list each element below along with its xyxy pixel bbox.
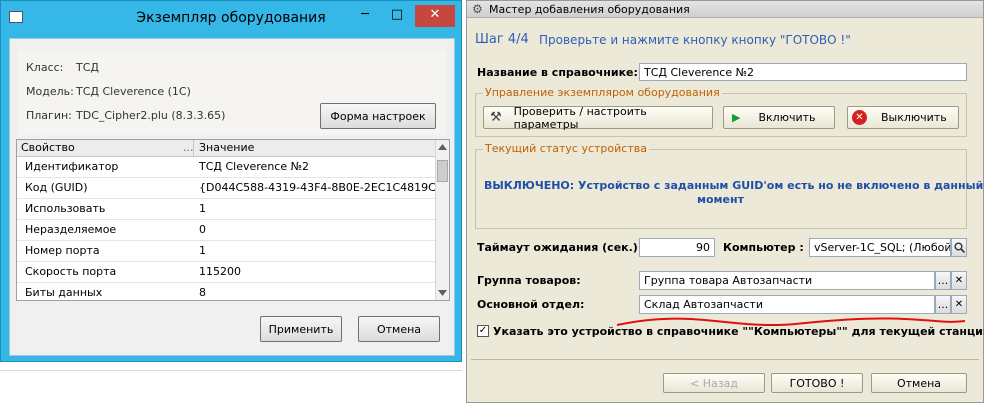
- enable-label: Включить: [758, 111, 816, 124]
- apply-button[interactable]: Применить: [260, 316, 342, 342]
- status-text-line1: ВЫКЛЮЧЕНО: Устройство с заданным GUID'ом…: [484, 179, 984, 192]
- disable-button[interactable]: ✕ Выключить: [847, 106, 959, 129]
- table-row[interactable]: Код (GUID) {D044C588-4319-43F4-8B0E-2EC1…: [17, 178, 449, 199]
- timeout-label: Таймаут ожидания (сек.) :: [477, 241, 647, 254]
- step-instruction: Проверьте и нажмите кнопку кнопку "ГОТОВ…: [539, 33, 851, 47]
- property-value: ТСД Cleverence №2: [199, 160, 310, 173]
- window-title: Мастер добавления оборудования: [489, 3, 690, 16]
- status-text-line2: момент: [697, 193, 744, 206]
- properties-grid[interactable]: Свойство ... Значение Идентификатор ТСД …: [16, 139, 450, 301]
- back-button[interactable]: < Назад: [663, 373, 765, 393]
- info-panel: Класс: ТСД Модель: ТСД Cleverence (1С) П…: [18, 51, 446, 135]
- register-in-computers-checkbox[interactable]: ✓: [477, 325, 489, 337]
- gear-icon: ⚙: [472, 2, 483, 16]
- product-group-label: Группа товаров:: [477, 274, 581, 287]
- property-name: Скорость порта: [25, 265, 117, 278]
- column-header-dots[interactable]: ...: [183, 141, 194, 154]
- scroll-up-icon[interactable]: [438, 144, 447, 150]
- property-value: 8: [199, 286, 206, 299]
- property-value: 115200: [199, 265, 241, 278]
- table-row[interactable]: Биты данных 8: [17, 283, 435, 300]
- register-in-computers-label: Указать это устройство в справочнике ""К…: [493, 325, 984, 338]
- column-header-value[interactable]: Значение: [199, 141, 254, 154]
- instance-group-title: Управление экземпляром оборудования: [483, 86, 722, 99]
- column-header-property[interactable]: Свойство: [21, 141, 75, 154]
- table-row[interactable]: Использовать 1: [17, 199, 435, 220]
- model-value: ТСД Cleverence (1С): [76, 85, 191, 98]
- computer-field[interactable]: vServer-1C_SQL; (Любой по...: [809, 238, 951, 257]
- computer-search-button[interactable]: [951, 238, 967, 257]
- minimize-button[interactable]: ─: [351, 5, 379, 27]
- product-group-select-button[interactable]: ...: [935, 271, 951, 290]
- disable-label: Выключить: [881, 111, 947, 124]
- plugin-value: TDC_Cipher2.plu (8.3.3.65): [76, 109, 226, 122]
- model-label: Модель:: [26, 85, 74, 98]
- product-group-field[interactable]: Группа товара Автозапчасти: [639, 271, 935, 290]
- stop-icon: ✕: [852, 110, 867, 125]
- footer-separator: [471, 359, 979, 360]
- property-value: 1: [199, 244, 206, 257]
- grid-header: Свойство ... Значение: [17, 140, 435, 157]
- wizard-cancel-button[interactable]: Отмена: [871, 373, 967, 393]
- property-name: Биты данных: [25, 286, 103, 299]
- clear-icon: ✕: [954, 275, 964, 286]
- table-row[interactable]: Неразделяемое 0: [17, 220, 435, 241]
- class-value: ТСД: [76, 61, 99, 74]
- check-settings-button[interactable]: ⚒ Проверить / настроить параметры: [483, 104, 713, 131]
- search-icon: [954, 242, 965, 253]
- enable-button[interactable]: ▶ Включить: [723, 106, 835, 129]
- step-indicator: Шаг 4/4: [475, 32, 529, 47]
- name-label: Название в справочнике:: [477, 66, 638, 79]
- property-value: 1: [199, 202, 206, 215]
- check-settings-label: Проверить / настроить параметры: [513, 104, 647, 131]
- status-group-title: Текущий статус устройства: [483, 142, 649, 155]
- property-name: Код (GUID): [25, 181, 88, 194]
- equipment-instance-window: Экземпляр оборудования ─ □ ✕ Класс: ТСД …: [0, 0, 462, 362]
- timeout-field[interactable]: 90: [639, 238, 715, 257]
- add-equipment-wizard-window: ⚙ Мастер добавления оборудования Шаг 4/4…: [466, 0, 984, 403]
- column-divider: [193, 140, 194, 157]
- property-value: {D044C588-4319-43F4-8B0E-2EC1C4819C32}: [199, 181, 450, 194]
- clear-icon: ✕: [954, 299, 964, 310]
- background-divider: [0, 370, 462, 371]
- tools-icon: ⚒: [490, 110, 502, 125]
- property-name: Номер порта: [25, 244, 100, 257]
- table-row[interactable]: Идентификатор ТСД Cleverence №2: [17, 157, 435, 178]
- settings-form-button[interactable]: Форма настроек: [320, 103, 436, 129]
- plugin-label: Плагин:: [26, 109, 72, 122]
- play-icon: ▶: [732, 111, 741, 124]
- name-field[interactable]: ТСД Cleverence №2: [639, 63, 967, 81]
- property-value: 0: [199, 223, 206, 236]
- property-name: Неразделяемое: [25, 223, 117, 236]
- cancel-button[interactable]: Отмена: [358, 316, 440, 342]
- scroll-thumb[interactable]: [437, 160, 448, 182]
- close-button[interactable]: ✕: [415, 5, 455, 27]
- property-name: Идентификатор: [25, 160, 119, 173]
- window-client: Класс: ТСД Модель: ТСД Cleverence (1С) П…: [9, 38, 455, 356]
- main-department-label: Основной отдел:: [477, 298, 585, 311]
- scroll-down-icon[interactable]: [438, 290, 447, 296]
- table-row[interactable]: Номер порта 1: [17, 241, 435, 262]
- product-group-clear-button[interactable]: ✕: [951, 271, 967, 290]
- property-name: Использовать: [25, 202, 106, 215]
- grid-scrollbar[interactable]: [435, 140, 449, 300]
- maximize-button[interactable]: □: [383, 5, 411, 27]
- class-label: Класс:: [26, 61, 64, 74]
- computer-label: Компьютер :: [723, 241, 804, 254]
- title-bar: Экземпляр оборудования ─ □ ✕: [1, 1, 461, 37]
- done-button[interactable]: ГОТОВО !: [771, 373, 863, 393]
- title-bar: ⚙ Мастер добавления оборудования: [467, 1, 983, 18]
- table-row[interactable]: Скорость порта 115200: [17, 262, 435, 283]
